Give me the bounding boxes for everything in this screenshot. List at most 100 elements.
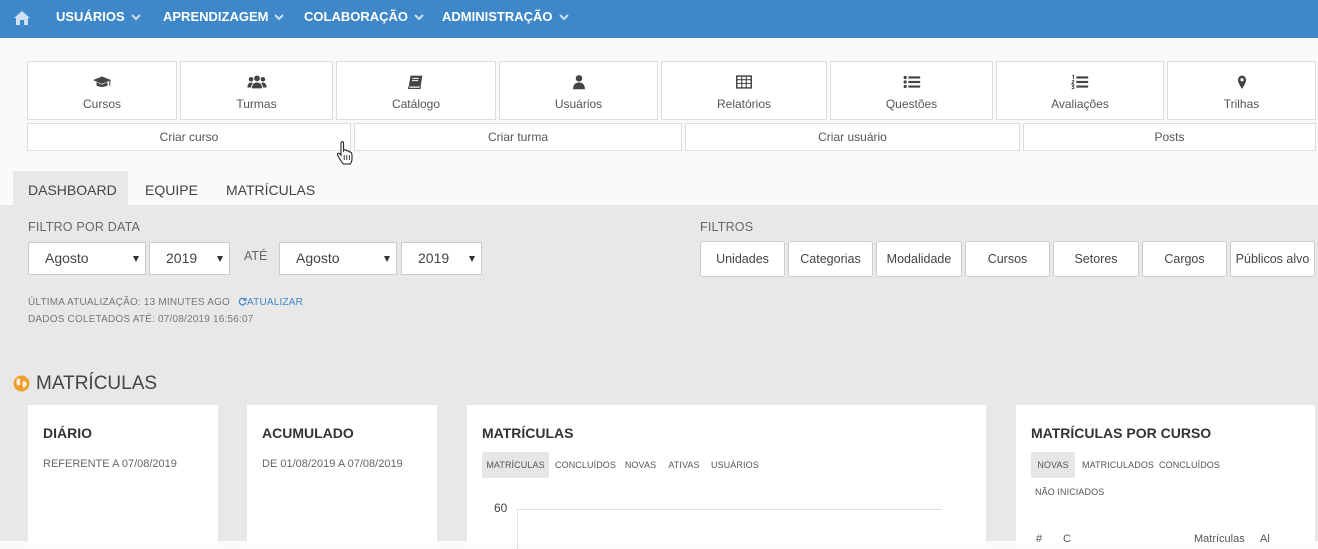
card-subtitle: REFERENTE A 07/08/2019 (43, 458, 177, 470)
collected-text: DADOS COLETADOS ATÉ: 07/08/2019 16:56:07 (28, 314, 254, 325)
caret-down-icon (217, 256, 223, 262)
top-navbar: USUÁRIOS APRENDIZAGEM COLABORAÇÃO ADMINI… (0, 0, 1318, 38)
nav-colaboracao[interactable]: COLABORAÇÃO (304, 9, 424, 24)
column-header-al: Al (1260, 533, 1270, 545)
chip-ativas[interactable]: ATIVAS (667, 452, 701, 478)
shortcut-catalogo[interactable]: Catálogo (336, 61, 496, 120)
filter-publicos-alvo-button[interactable]: Públicos alvo (1230, 241, 1315, 277)
shortcut-cursos[interactable]: Cursos (27, 61, 177, 120)
chevron-down-icon (130, 14, 141, 21)
refresh-label: ATUALIZAR (247, 297, 304, 308)
shortcut-usuarios[interactable]: Usuários (499, 61, 658, 120)
graduation-cap-icon (92, 76, 112, 87)
book-icon (408, 75, 423, 89)
shortcut-avaliacoes[interactable]: Avaliações (996, 61, 1164, 120)
section-title: MATRÍCULAS (36, 373, 158, 394)
card-title: MATRÍCULAS POR CURSO (1031, 425, 1212, 441)
shortcut-label: Trilhas (1223, 97, 1260, 111)
shortcut-label: Relatórios (716, 97, 772, 111)
from-month-select[interactable]: Agosto (28, 242, 146, 275)
nav-colaboracao-label: COLABORAÇÃO (304, 9, 408, 24)
to-year-select[interactable]: 2019 (401, 242, 482, 275)
shortcut-label: Avaliações (1051, 97, 1109, 111)
nav-aprendizagem[interactable]: APRENDIZAGEM (163, 9, 285, 24)
chevron-down-icon (274, 14, 285, 21)
column-header-hash: # (1036, 533, 1043, 545)
card-diario: DIÁRIO REFERENTE A 07/08/2019 (28, 405, 218, 545)
chip-novas[interactable]: NOVAS (1031, 452, 1075, 478)
nav-usuarios-label: USUÁRIOS (56, 9, 125, 24)
caret-down-icon (384, 256, 390, 262)
list-icon (903, 75, 920, 89)
filters-label: FILTROS (700, 220, 754, 234)
filter-unidades-button[interactable]: Unidades (700, 241, 785, 277)
from-year-select[interactable]: 2019 (149, 242, 230, 275)
globe-icon (13, 375, 30, 392)
chip-matriculados[interactable]: MATRICULADOS (1082, 452, 1154, 478)
caret-down-icon (133, 256, 139, 262)
until-label: ATÉ (244, 249, 268, 263)
chip-novas[interactable]: NOVAS (622, 452, 659, 478)
filter-categorias-button[interactable]: Categorias (788, 241, 873, 277)
column-header-curso: C (1063, 533, 1071, 545)
shortcut-turmas[interactable]: Turmas (180, 61, 333, 120)
card-matriculas-por-curso: MATRÍCULAS POR CURSO NOVAS MATRICULADOS … (1016, 405, 1315, 545)
chart-gridline (517, 509, 942, 510)
filter-cursos-button[interactable]: Cursos (965, 241, 1050, 277)
filter-cargos-button[interactable]: Cargos (1142, 241, 1227, 277)
chip-concluidos[interactable]: CONCLUÍDOS (1159, 452, 1220, 478)
shortcut-label: Usuários (554, 97, 603, 111)
shortcut-relatorios[interactable]: Relatórios (661, 61, 827, 120)
chip-nao-iniciados[interactable]: NÃO INICIADOS (1035, 479, 1104, 505)
to-year-value: 2019 (418, 250, 450, 266)
last-update-row: ÚLTIMA ATUALIZAÇÃO: 13 MINUTES AGO ATUAL… (28, 297, 303, 308)
map-marker-icon (1237, 75, 1246, 89)
user-icon (572, 75, 585, 90)
shortcut-trilhas[interactable]: Trilhas (1167, 61, 1316, 120)
to-month-select[interactable]: Agosto (279, 242, 397, 275)
card-title: DIÁRIO (43, 425, 92, 441)
posts-button[interactable]: Posts (1023, 123, 1316, 151)
nav-aprendizagem-label: APRENDIZAGEM (163, 9, 269, 24)
chevron-down-icon (414, 14, 424, 21)
shortcut-label: Cursos (82, 97, 121, 111)
refresh-link[interactable]: ATUALIZAR (233, 297, 303, 308)
card-matriculas-chart: MATRÍCULAS MATRÍCULAS CONCLUÍDOS NOVAS A… (467, 405, 986, 549)
shortcut-questoes[interactable]: Questões (830, 61, 993, 120)
hand-cursor-icon (336, 141, 353, 165)
filter-setores-button[interactable]: Setores (1053, 241, 1139, 277)
caret-down-icon (469, 256, 475, 262)
chevron-down-icon (558, 14, 569, 21)
criar-usuario-button[interactable]: Criar usuário (685, 123, 1020, 151)
tab-dashboard[interactable]: DASHBOARD (13, 171, 128, 206)
criar-curso-button[interactable]: Criar curso (27, 123, 351, 151)
shortcut-label: Catálogo (391, 97, 441, 111)
shortcut-label: Questões (885, 97, 938, 111)
criar-turma-button[interactable]: Criar turma (354, 123, 682, 151)
from-year-value: 2019 (166, 250, 198, 266)
to-month-value: Agosto (296, 250, 340, 266)
card-subtitle: DE 01/08/2019 A 07/08/2019 (262, 458, 403, 470)
tab-equipe[interactable]: EQUIPE (145, 171, 198, 206)
tab-matriculas[interactable]: MATRÍCULAS (226, 171, 315, 206)
refresh-icon (238, 297, 247, 306)
filter-modalidade-button[interactable]: Modalidade (876, 241, 962, 277)
chip-usuarios[interactable]: USUÁRIOS (711, 452, 759, 478)
date-filter-label: FILTRO POR DATA (28, 220, 141, 234)
table-icon (736, 75, 752, 89)
chart-y-axis (517, 509, 518, 549)
chip-matriculas[interactable]: MATRÍCULAS (482, 452, 549, 478)
from-month-value: Agosto (45, 250, 89, 266)
card-title: ACUMULADO (262, 425, 354, 441)
nav-usuarios[interactable]: USUÁRIOS (56, 9, 141, 24)
column-header-matriculas: Matrículas (1194, 533, 1245, 545)
last-update-text: ÚLTIMA ATUALIZAÇÃO: 13 MINUTES AGO (28, 297, 231, 308)
card-acumulado: ACUMULADO DE 01/08/2019 A 07/08/2019 (247, 405, 437, 545)
nav-administracao[interactable]: ADMINISTRAÇÃO (442, 9, 569, 24)
shortcut-label: Turmas (236, 97, 277, 111)
users-group-icon (246, 75, 267, 89)
y-tick-label: 60 (494, 501, 508, 515)
chip-concluidos[interactable]: CONCLUÍDOS (555, 452, 616, 478)
card-title: MATRÍCULAS (482, 425, 574, 441)
home-icon[interactable] (13, 10, 31, 26)
